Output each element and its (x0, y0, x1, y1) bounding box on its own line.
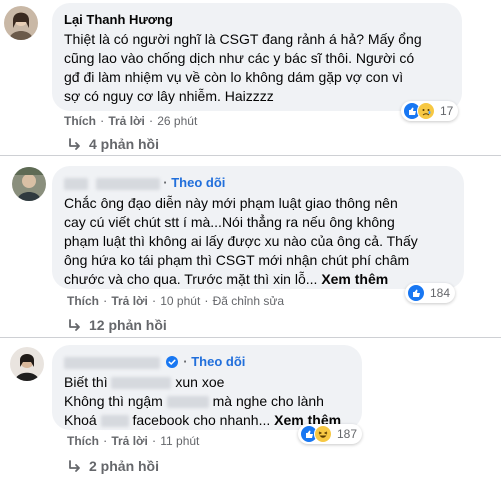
comment-text: Thiệt là có người nghĩ là CSGT đang rảnh… (64, 30, 450, 106)
reply-arrow-icon (69, 138, 80, 150)
view-replies-link[interactable]: 4 phản hồi (67, 136, 159, 152)
comment-text: Biết thì xun xoe Không thì ngậm mà nghe … (64, 373, 350, 430)
redacted-text (111, 377, 172, 390)
see-more-link[interactable]: Xem thêm (321, 271, 388, 287)
comment-line: cay cú viết chút stt í mà...Nói thẳng ra… (64, 214, 395, 230)
divider (0, 337, 501, 338)
comment-line: facebook cho nhanh... (132, 412, 271, 428)
replies-label: 4 phản hồi (89, 136, 159, 152)
verified-badge-icon (165, 356, 178, 368)
comment-line: xun xoe (175, 374, 225, 390)
redacted-name (95, 177, 160, 190)
divider (0, 155, 501, 156)
sad-icon (417, 102, 435, 120)
avatar[interactable] (12, 167, 46, 201)
reaction-count: 17 (440, 104, 454, 118)
reaction-count: 184 (430, 286, 451, 300)
comment-text: Chắc ông đạo diễn này mới phạm luật giao… (64, 194, 452, 289)
comment-actions: Thích · Trả lời · 10 phút · Đã chỉnh sửa (67, 293, 285, 308)
comment-line: Khoá (64, 412, 101, 428)
comment-bubble: Lại Thanh Hương Thiệt là có người nghĩ l… (52, 3, 462, 111)
like-link[interactable]: Thích (64, 114, 96, 128)
comment-line: ông hứa ko tái phạm thì CSGT mới nhận ch… (64, 252, 410, 268)
like-link[interactable]: Thích (67, 434, 99, 448)
reply-arrow-icon (69, 319, 80, 331)
redacted-name (64, 356, 160, 369)
comment-line: Biết thì (64, 374, 112, 390)
follow-button[interactable]: Theo dõi (171, 175, 225, 190)
reaction-summary[interactable]: 17 (401, 101, 459, 121)
timestamp[interactable]: 10 phút (160, 294, 200, 308)
comment-line: chước và cho qua. Trước mặt thì xin lỗ..… (64, 271, 318, 287)
like-icon (407, 284, 425, 302)
avatar[interactable] (10, 347, 44, 381)
author-name[interactable]: · Theo dõi (64, 174, 452, 191)
view-replies-link[interactable]: 12 phản hồi (67, 317, 167, 333)
reaction-summary[interactable]: 187 (298, 424, 363, 444)
comment-line: Không thì ngậm (64, 393, 167, 409)
comment-line: sợ có nguy cơ lây nhiễm. Haizzzz (64, 88, 274, 104)
like-link[interactable]: Thích (67, 294, 99, 308)
comment-line: phạm luật thì không ai lấy được xu nào c… (64, 233, 418, 249)
comment-actions: Thích · Trả lời · 26 phút (64, 113, 198, 128)
follow-button[interactable]: Theo dõi (191, 354, 245, 369)
haha-icon (314, 425, 332, 443)
edited-label[interactable]: Đã chỉnh sửa (213, 294, 284, 308)
reply-link[interactable]: Trả lời (111, 294, 148, 308)
replies-label: 2 phản hồi (89, 458, 159, 474)
replies-label: 12 phản hồi (89, 317, 167, 333)
comment-bubble: · Theo dõi Chắc ông đạo diễn này mới phạ… (52, 166, 464, 289)
reaction-summary[interactable]: 184 (405, 283, 456, 303)
comment-line: cũng lao vào chống dịch như các y bác sĩ… (64, 50, 415, 66)
reply-link[interactable]: Trả lời (111, 434, 148, 448)
author-name[interactable]: Lại Thanh Hương (64, 11, 450, 28)
redacted-text (100, 415, 129, 428)
timestamp[interactable]: 11 phút (160, 434, 199, 448)
timestamp[interactable]: 26 phút (157, 114, 197, 128)
comment-bubble: · Theo dõi Biết thì xun xoe Không thì ng… (52, 345, 362, 430)
reaction-count: 187 (337, 427, 358, 441)
redacted-text (166, 396, 209, 409)
comment-actions: Thích · Trả lời · 11 phút (67, 433, 200, 448)
comment-line: Chắc ông đạo diễn này mới phạm luật giao… (64, 195, 398, 211)
avatar[interactable] (4, 6, 38, 40)
author-name[interactable]: · Theo dõi (64, 353, 350, 370)
comment-line: gđ đi làm nhiệm vụ về còn lo không dám g… (64, 69, 404, 85)
comment-line: Thiệt là có người nghĩ là CSGT đang rảnh… (64, 31, 422, 47)
view-replies-link[interactable]: 2 phản hồi (67, 458, 159, 474)
comment-line: mà nghe cho lành (212, 393, 324, 409)
reply-link[interactable]: Trả lời (108, 114, 145, 128)
reply-arrow-icon (69, 460, 80, 472)
redacted-name (64, 177, 88, 190)
